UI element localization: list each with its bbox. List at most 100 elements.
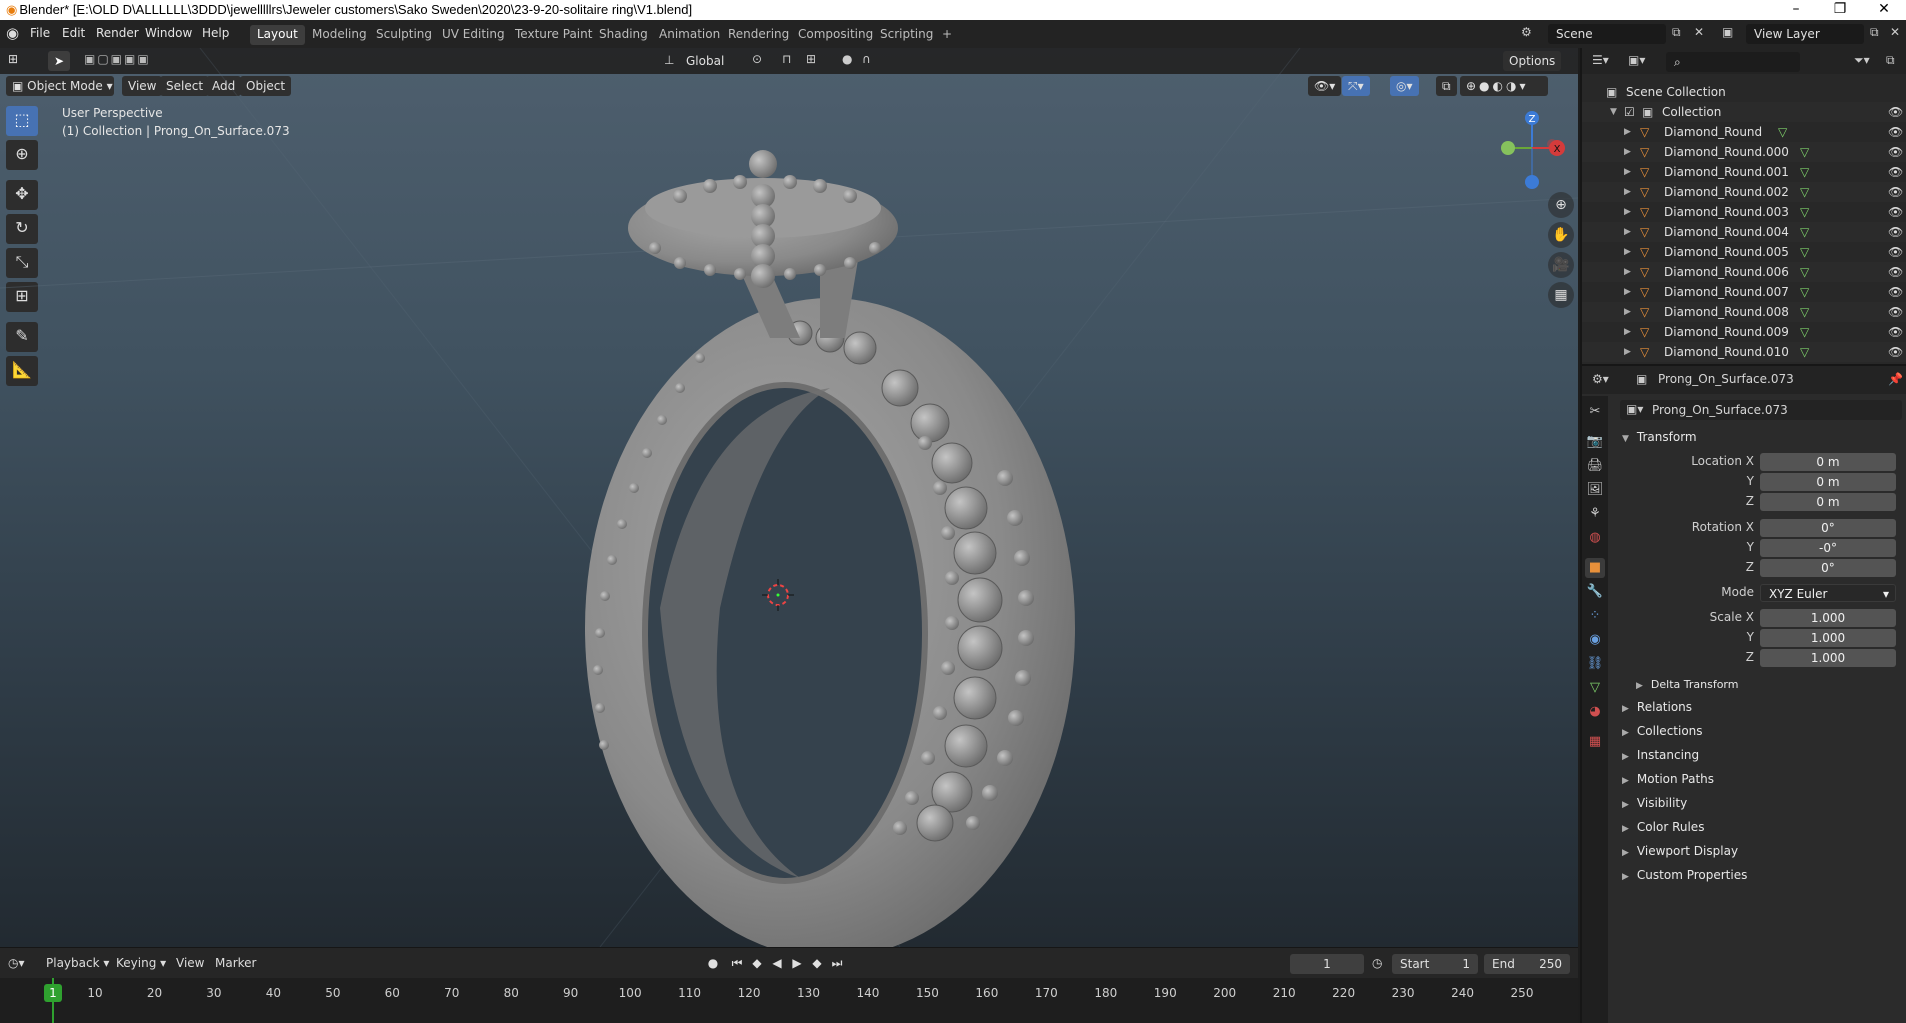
filter-icon[interactable]: ⏷▾ [1854, 53, 1870, 68]
tab-texture-paint[interactable]: Texture Paint [508, 25, 599, 45]
mesh-data-icon[interactable]: ▽ [1800, 202, 1809, 222]
collection-row[interactable]: ▼ ☑ ▣ Collection 👁 [1582, 102, 1906, 122]
property-panel-header[interactable]: ▶ Motion Paths [1622, 772, 1714, 786]
timeline-editor-icon[interactable]: ◷▾ [8, 956, 25, 970]
delete-scene-icon[interactable]: ✕ [1694, 25, 1704, 39]
end-frame-field[interactable]: End 250 [1484, 954, 1570, 974]
modifier-tab-icon[interactable]: 🔧 [1585, 582, 1605, 602]
property-panel-header[interactable]: ▶ Custom Properties [1622, 868, 1747, 882]
delete-view-layer-icon[interactable]: ✕ [1890, 25, 1900, 39]
mesh-data-icon[interactable]: ▽ [1800, 142, 1809, 162]
mesh-data-icon[interactable]: ▽ [1800, 262, 1809, 282]
outliner-item[interactable]: ▶ ▽ Diamond_Round.003 ▽ 👁 [1582, 202, 1906, 222]
location-x-field[interactable]: 0 m [1760, 453, 1896, 471]
tab-animation[interactable]: Animation [652, 25, 727, 45]
view-layer-tab-icon[interactable]: 🖼 [1585, 480, 1605, 500]
render-tab-icon[interactable]: 📷 [1585, 432, 1605, 452]
outliner-search-input[interactable]: ⌕ [1666, 52, 1800, 72]
rotation-z-field[interactable]: 0° [1760, 559, 1896, 577]
location-y-field[interactable]: 0 m [1760, 473, 1896, 491]
outliner-item[interactable]: ▶ ▽ Diamond_Round.010 ▽ 👁 [1582, 342, 1906, 362]
expand-arrow-icon[interactable]: ▶ [1624, 302, 1631, 322]
eye-icon[interactable]: 👁 [1888, 302, 1903, 322]
new-scene-icon[interactable]: ⧉ [1672, 25, 1681, 40]
scale-z-field[interactable]: 1.000 [1760, 649, 1896, 667]
minimize-button[interactable]: – [1774, 0, 1818, 20]
pin-icon[interactable]: 📌 [1888, 372, 1903, 386]
expand-arrow-icon[interactable]: ▶ [1624, 122, 1631, 142]
add-workspace-button[interactable]: + [935, 25, 959, 45]
properties-editor-icon[interactable]: ⚙▾ [1592, 372, 1609, 386]
mesh-data-icon[interactable]: ▽ [1800, 342, 1809, 362]
eye-icon[interactable]: 👁 [1888, 262, 1903, 282]
outliner-item[interactable]: ▶ ▽ Diamond_Round.001 ▽ 👁 [1582, 162, 1906, 182]
scene-collection-row[interactable]: ▣ Scene Collection [1582, 82, 1906, 102]
new-collection-icon[interactable]: ⧉ [1886, 53, 1895, 68]
expand-arrow-icon[interactable]: ▶ [1624, 242, 1631, 262]
menu-render[interactable]: Render [92, 25, 143, 41]
play-reverse-icon[interactable]: ◀ [768, 954, 786, 972]
timeline-ruler[interactable]: 1 10 20 30 40 50 60 70 80 90 100 110 120 130 140 150 160… [0, 978, 1578, 1023]
expand-arrow-icon[interactable]: ▶ [1624, 142, 1631, 162]
eye-icon[interactable]: 👁 [1888, 242, 1903, 262]
ring-model[interactable]: Z X [0, 48, 1578, 947]
location-z-field[interactable]: 0 m [1760, 493, 1896, 511]
texture-tab-icon[interactable]: ▦ [1585, 732, 1605, 752]
menu-help[interactable]: Help [198, 25, 233, 41]
property-panel-header[interactable]: ▶ Color Rules [1622, 820, 1704, 834]
mesh-data-icon[interactable]: ▽ [1800, 182, 1809, 202]
tab-sculpting[interactable]: Sculpting [369, 25, 439, 45]
tool-tab-icon[interactable]: ✂ [1585, 402, 1605, 422]
object-tab-icon[interactable]: ■ [1585, 558, 1605, 578]
eye-icon[interactable]: 👁 [1888, 142, 1903, 162]
tab-compositing[interactable]: Compositing [791, 25, 880, 45]
play-icon[interactable]: ▶ [788, 954, 806, 972]
eye-icon[interactable]: 👁 [1888, 162, 1903, 182]
scale-y-field[interactable]: 1.000 [1760, 629, 1896, 647]
property-panel-header[interactable]: ▶ Viewport Display [1622, 844, 1738, 858]
display-mode-icon[interactable]: ▣▾ [1628, 53, 1645, 67]
start-frame-field[interactable]: Start 1 [1392, 954, 1478, 974]
outliner-item[interactable]: ▶ ▽ Diamond_Round.007 ▽ 👁 [1582, 282, 1906, 302]
scene-tab-icon[interactable]: ⚘ [1585, 504, 1605, 524]
jump-end-icon[interactable]: ⏭ [828, 954, 846, 972]
property-panel-header[interactable]: ▶ Collections [1622, 724, 1703, 738]
ortho-grid-icon[interactable]: ▦ [1548, 282, 1574, 308]
rotation-mode-dropdown[interactable]: XYZ Euler ▾ [1760, 584, 1896, 602]
prev-keyframe-icon[interactable]: ◆ [748, 954, 766, 972]
close-button[interactable]: ✕ [1862, 0, 1906, 20]
expand-arrow-icon[interactable]: ▶ [1624, 182, 1631, 202]
tab-rendering[interactable]: Rendering [721, 25, 796, 45]
eye-icon[interactable]: 👁 [1888, 342, 1903, 362]
outliner-item[interactable]: ▶ ▽ Diamond_Round.005 ▽ 👁 [1582, 242, 1906, 262]
menu-edit[interactable]: Edit [58, 25, 89, 41]
property-panel-header[interactable]: ▶ Visibility [1622, 796, 1687, 810]
property-panel-header[interactable]: ▶ Instancing [1622, 748, 1699, 762]
mesh-data-icon[interactable]: ▽ [1800, 242, 1809, 262]
mesh-data-icon[interactable]: ▽ [1800, 162, 1809, 182]
particles-tab-icon[interactable]: ⁘ [1585, 606, 1605, 626]
menu-window[interactable]: Window [141, 25, 196, 41]
keying-menu[interactable]: Keying ▾ [116, 956, 166, 970]
expand-arrow-icon[interactable]: ▶ [1624, 262, 1631, 282]
marker-menu[interactable]: Marker [215, 956, 256, 970]
mesh-data-icon[interactable]: ▽ [1800, 302, 1809, 322]
expand-arrow-icon[interactable]: ▼ [1610, 102, 1617, 122]
constraints-tab-icon[interactable]: ⛓ [1585, 654, 1605, 674]
outliner-item[interactable]: ▶ ▽ Diamond_Round.006 ▽ 👁 [1582, 262, 1906, 282]
tab-shading[interactable]: Shading [592, 25, 655, 45]
tab-scripting[interactable]: Scripting [873, 25, 940, 45]
outliner-item[interactable]: ▶ ▽ Diamond_Round ▽ 👁 [1582, 122, 1906, 142]
eye-icon[interactable]: 👁 [1888, 182, 1903, 202]
expand-arrow-icon[interactable]: ▶ [1624, 202, 1631, 222]
restore-button[interactable]: ❐ [1818, 0, 1862, 20]
outliner-item[interactable]: ▶ ▽ Diamond_Round.004 ▽ 👁 [1582, 222, 1906, 242]
rotation-y-field[interactable]: -0° [1760, 539, 1896, 557]
tab-uv-editing[interactable]: UV Editing [435, 25, 512, 45]
data-tab-icon[interactable]: ▽ [1585, 678, 1605, 698]
expand-arrow-icon[interactable]: ▶ [1624, 322, 1631, 342]
expand-arrow-icon[interactable]: ▶ [1624, 222, 1631, 242]
output-tab-icon[interactable]: 🖨 [1585, 456, 1605, 476]
delta-transform-header[interactable]: ▶ Delta Transform [1636, 678, 1738, 691]
3d-viewport[interactable]: ⊞ ➤ ▣▢▣▣▣ ⊥ Global ⊙ ⊓ ⊞ ● ∩ Options ▣ O… [0, 48, 1578, 947]
